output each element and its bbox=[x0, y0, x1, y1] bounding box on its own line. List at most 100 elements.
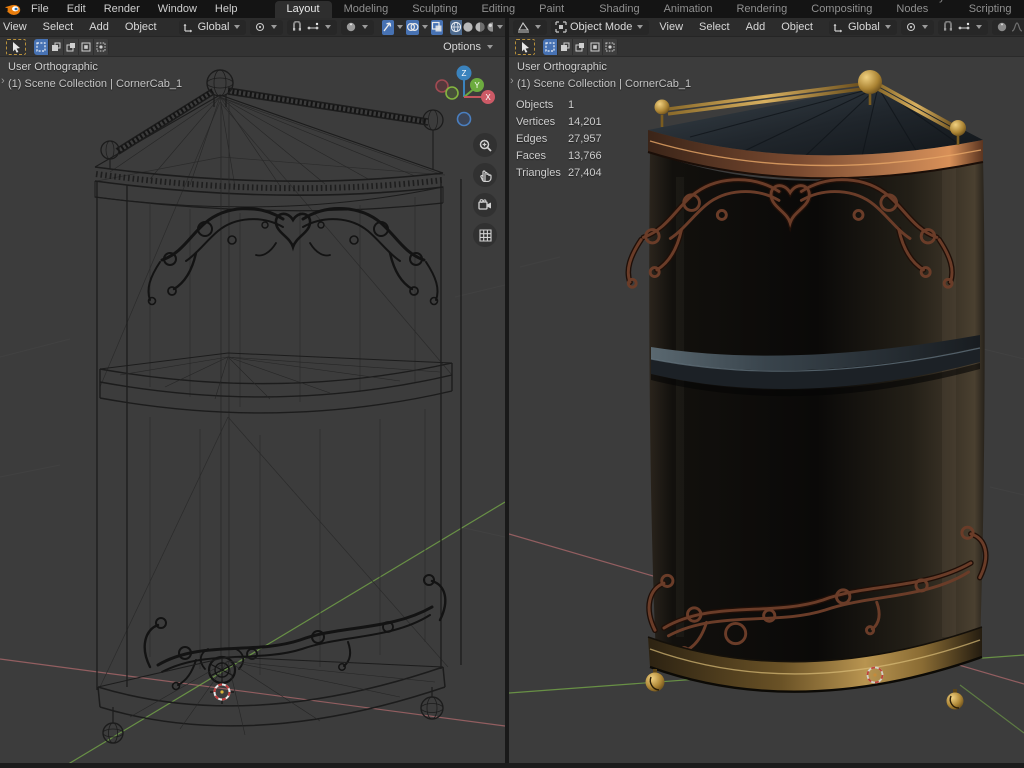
viewport-rendered[interactable]: Object Mode View Select Add Object Globa… bbox=[509, 18, 1024, 763]
options-dropdown[interactable]: Options bbox=[443, 41, 495, 53]
chevron-down-icon bbox=[637, 25, 643, 29]
left-tool-header: Options bbox=[0, 37, 505, 57]
select-extend-icon[interactable] bbox=[558, 39, 573, 55]
tab-compositing[interactable]: Compositing bbox=[799, 1, 884, 18]
bottom-ornament-wire bbox=[145, 575, 446, 690]
menu-help[interactable]: Help bbox=[206, 0, 247, 18]
tab-modeling[interactable]: Modeling bbox=[332, 1, 401, 18]
orientation-label: Global bbox=[198, 21, 230, 33]
tab-layout[interactable]: Layout bbox=[275, 1, 332, 18]
box-select-icon[interactable] bbox=[34, 39, 49, 55]
proportional-edit-dropdown[interactable] bbox=[992, 20, 1024, 35]
chevron-down-icon bbox=[535, 25, 541, 29]
tab-rendering[interactable]: Rendering bbox=[724, 1, 799, 18]
tweak-tool-icon[interactable] bbox=[515, 39, 535, 55]
chevron-down-icon[interactable] bbox=[422, 25, 428, 29]
tab-sculpting[interactable]: Sculpting bbox=[400, 1, 469, 18]
tab-texture-paint[interactable]: Texture Paint bbox=[527, 0, 587, 18]
gizmo-toggle-icon[interactable] bbox=[382, 20, 394, 35]
stat-objects: Objects1 bbox=[516, 97, 602, 114]
orientation-label: Global bbox=[848, 21, 880, 33]
chevron-down-icon bbox=[271, 25, 277, 29]
tab-geometry-nodes[interactable]: Geometry Nodes bbox=[884, 0, 956, 18]
pivot-icon bbox=[254, 21, 266, 33]
chevron-down-icon bbox=[362, 25, 368, 29]
zoom-icon[interactable] bbox=[473, 133, 497, 157]
chevron-down-icon bbox=[885, 25, 891, 29]
menu-add[interactable]: Add bbox=[81, 21, 117, 33]
pivot-dropdown[interactable] bbox=[250, 20, 283, 35]
wireframe-shading-icon[interactable] bbox=[450, 20, 462, 35]
mode-label: Object Mode bbox=[570, 21, 632, 33]
select-subtract-icon[interactable] bbox=[64, 39, 79, 55]
menu-select[interactable]: Select bbox=[691, 21, 738, 33]
camera-icon[interactable] bbox=[473, 193, 497, 217]
menu-object[interactable]: Object bbox=[117, 21, 165, 33]
snap-controls[interactable] bbox=[938, 20, 988, 35]
viewport-nav-buttons bbox=[473, 133, 497, 247]
select-invert-icon[interactable] bbox=[588, 39, 603, 55]
collapse-arrow[interactable]: › bbox=[1, 75, 5, 87]
pan-hand-icon[interactable] bbox=[473, 163, 497, 187]
orientation-dropdown[interactable]: Global bbox=[829, 20, 897, 35]
blender-window: File Edit Render Window Help Layout Mode… bbox=[0, 0, 1024, 768]
tab-animation[interactable]: Animation bbox=[652, 1, 725, 18]
stat-faces: Faces13,766 bbox=[516, 148, 602, 165]
editor-type-dropdown[interactable] bbox=[513, 20, 547, 35]
viewport-wireframe[interactable]: View Select Add Object Global bbox=[0, 18, 505, 763]
tweak-tool-icon[interactable] bbox=[6, 39, 26, 55]
gizmo-neg-y-axis bbox=[446, 87, 458, 99]
shading-mode-buttons bbox=[450, 20, 493, 35]
stat-vertices: Vertices14,201 bbox=[516, 114, 602, 131]
snap-controls[interactable] bbox=[287, 20, 337, 35]
chevron-down-icon[interactable] bbox=[397, 25, 403, 29]
stat-edges: Edges27,957 bbox=[516, 131, 602, 148]
rendered-shading-icon[interactable] bbox=[486, 20, 493, 35]
material-shading-icon[interactable] bbox=[474, 20, 486, 35]
menu-render[interactable]: Render bbox=[95, 0, 149, 18]
tab-uv-editing[interactable]: UV Editing bbox=[469, 0, 527, 18]
tab-shading[interactable]: Shading bbox=[587, 1, 651, 18]
proportional-edit-dropdown[interactable] bbox=[341, 20, 374, 35]
mode-dropdown[interactable]: Object Mode bbox=[551, 20, 649, 35]
wireframe-canvas[interactable]: Z Y X › User Orthographic (1) Scene Coll… bbox=[0, 57, 505, 763]
select-intersect-icon[interactable] bbox=[94, 39, 109, 55]
chevron-down-icon bbox=[325, 25, 331, 29]
blender-logo-icon[interactable] bbox=[4, 1, 22, 17]
magnet-icon bbox=[942, 21, 954, 33]
select-extend-icon[interactable] bbox=[49, 39, 64, 55]
navigation-gizmo[interactable]: Z Y X bbox=[436, 66, 495, 126]
overlays-icon[interactable] bbox=[406, 20, 419, 35]
rendered-cabinet bbox=[628, 70, 985, 710]
falloff-icon bbox=[1011, 21, 1023, 33]
menu-add[interactable]: Add bbox=[738, 21, 774, 33]
right-tool-header bbox=[509, 37, 1024, 57]
view-label: User Orthographic bbox=[8, 61, 98, 73]
context-label: (1) Scene Collection | CornerCab_1 bbox=[8, 78, 182, 90]
orientation-dropdown[interactable]: Global bbox=[179, 20, 247, 35]
chevron-down-icon[interactable] bbox=[497, 25, 503, 29]
tab-scripting[interactable]: Scripting bbox=[957, 1, 1024, 18]
menu-view[interactable]: View bbox=[651, 21, 691, 33]
select-intersect-icon[interactable] bbox=[603, 39, 618, 55]
menu-window[interactable]: Window bbox=[149, 0, 206, 18]
pivot-dropdown[interactable] bbox=[901, 20, 934, 35]
grid-ortho-icon[interactable] bbox=[473, 223, 497, 247]
proportional-icon bbox=[345, 21, 357, 33]
options-label: Options bbox=[443, 41, 481, 53]
box-select-icon[interactable] bbox=[543, 39, 558, 55]
solid-shading-icon[interactable] bbox=[462, 20, 474, 35]
menu-edit[interactable]: Edit bbox=[58, 0, 95, 18]
right-viewport-header: Object Mode View Select Add Object Globa… bbox=[509, 18, 1024, 37]
menu-object[interactable]: Object bbox=[773, 21, 821, 33]
rendered-canvas[interactable]: › User Orthographic (1) Scene Collection… bbox=[509, 57, 1024, 763]
3d-cursor bbox=[210, 680, 234, 704]
menu-select[interactable]: Select bbox=[35, 21, 82, 33]
xray-icon[interactable] bbox=[431, 20, 443, 35]
menu-file[interactable]: File bbox=[22, 0, 58, 18]
menu-view[interactable]: View bbox=[0, 21, 35, 33]
select-invert-icon[interactable] bbox=[79, 39, 94, 55]
select-subtract-icon[interactable] bbox=[573, 39, 588, 55]
topbar: File Edit Render Window Help Layout Mode… bbox=[0, 0, 1024, 18]
collapse-arrow[interactable]: › bbox=[510, 75, 514, 87]
